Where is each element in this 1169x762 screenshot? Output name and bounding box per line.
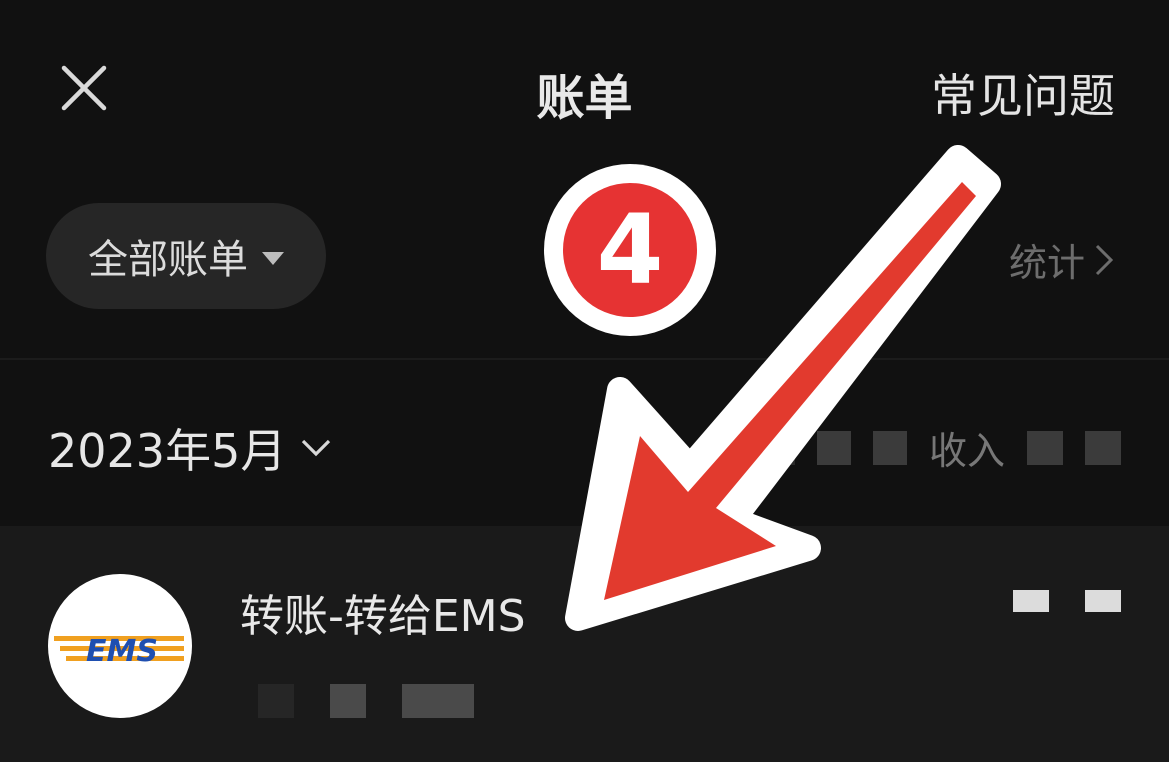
top-bar: 账单 常见问题 (0, 0, 1169, 180)
month-label: 2023年5月 (48, 424, 287, 478)
redacted-block (872, 430, 907, 465)
step-badge: 4 (544, 164, 716, 336)
month-summary: 收入 (766, 420, 1121, 475)
redacted-block (1013, 590, 1049, 612)
step-badge-number: 4 (563, 183, 697, 317)
caret-down-icon (262, 251, 284, 265)
bill-filter-dropdown[interactable]: 全部账单 (46, 203, 326, 309)
ems-logo-icon: EMS (48, 574, 192, 718)
redacted-block (402, 684, 474, 718)
redacted-block (766, 430, 795, 465)
income-label: 收入 (928, 429, 1005, 473)
month-selector[interactable]: 2023年5月 (48, 415, 332, 481)
month-row: 2023年5月 收入 (0, 360, 1169, 526)
transaction-subtitle (258, 684, 474, 718)
faq-link[interactable]: 常见问题 (931, 60, 1115, 126)
chevron-right-icon (1095, 244, 1114, 275)
redacted-block (330, 684, 366, 718)
bill-filter-label: 全部账单 (88, 237, 248, 283)
statistics-label: 统计 (1008, 241, 1085, 285)
redacted-block (1085, 430, 1121, 465)
redacted-block (1085, 590, 1121, 612)
chevron-down-icon (302, 439, 331, 457)
redacted-block (816, 430, 851, 465)
redacted-block (258, 684, 294, 718)
statistics-link[interactable]: 统计 (1009, 232, 1115, 287)
transaction-amount (1013, 590, 1121, 612)
ems-logo-text: EMS (86, 634, 158, 669)
transaction-row[interactable]: EMS 转账-转给EMS (0, 526, 1169, 762)
redacted-block (1027, 430, 1063, 465)
transaction-title: 转账-转给EMS (240, 591, 526, 642)
